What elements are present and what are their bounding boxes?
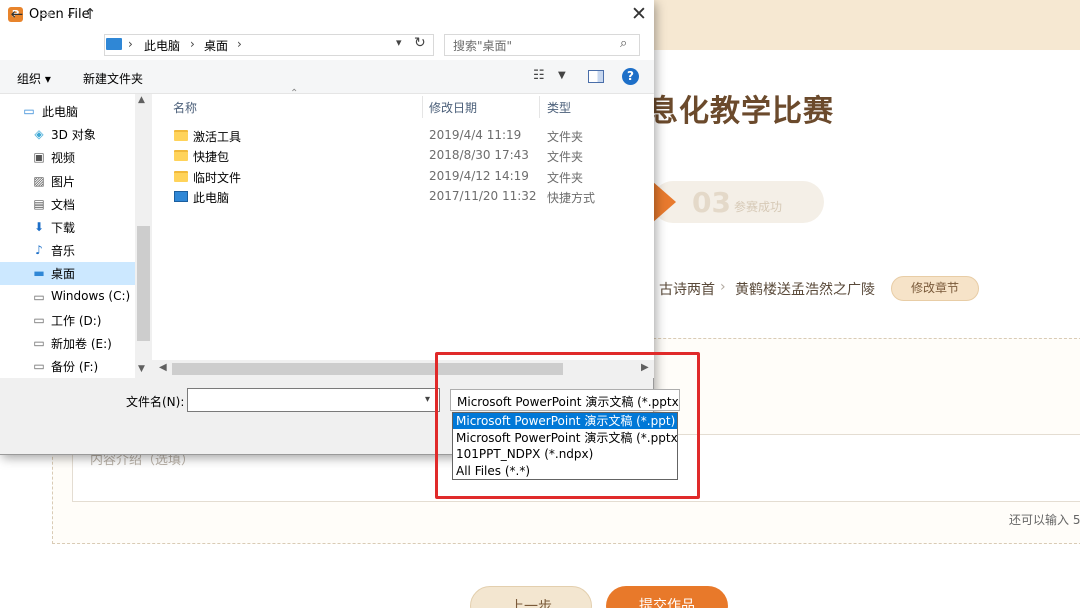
file-name: 激活工具 [193,130,242,144]
contest-title: 息化教学比赛 [648,94,834,129]
file-type: 文件夹 [547,170,584,185]
filename-input[interactable] [187,388,440,412]
music-icon: ♪ [35,243,43,258]
nav-item-label: 工作 (D:) [51,313,102,328]
filename-dropdown-icon[interactable]: ▾ [425,394,430,405]
remaining-characters: 还可以输入 5 [1009,513,1080,527]
video-icon: ▣ [33,150,45,165]
pictures-icon: ▨ [33,173,45,188]
breadcrumb-item-lesson[interactable]: 黄鹤楼送孟浩然之广陵 [735,279,875,299]
nav-item[interactable]: ▬ 桌面 [0,262,135,286]
back-arrow-icon[interactable]: ← [7,5,27,23]
file-modified-date: 2019/4/12 14:19 [429,168,529,183]
file-modified-date: 2017/11/20 11:32 [429,188,537,203]
nav-item[interactable]: ▭ 工作 (D:) [0,309,135,332]
nav-item-label: Windows (C:) [51,288,131,303]
filename-label: 文件名(N): [126,395,185,409]
drive-icon: ▭ [33,289,45,304]
3d-objects-icon: ◈ [34,127,44,142]
nav-item[interactable]: ▭ 备份 (F:) [0,355,135,378]
file-type: 文件夹 [547,130,584,144]
highlight-annotation-box [435,352,700,499]
file-type: 快捷方式 [547,190,596,205]
scroll-left-icon[interactable]: ◀ [159,362,167,373]
drive-icon: ▭ [33,359,45,374]
step-label: 参赛成功 [734,200,783,214]
nav-item-label: 文档 [51,197,76,212]
nav-item[interactable]: ▨ 图片 [0,170,135,193]
folder-icon [174,150,188,162]
address-segment-desktop[interactable]: 桌面 [204,37,228,54]
scroll-down-icon[interactable]: ▼ [138,364,145,374]
refresh-icon[interactable]: ↻ [414,35,426,51]
nav-item-label: 下载 [51,221,76,235]
file-modified-date: 2018/8/30 17:43 [429,148,529,163]
file-name: 此电脑 [193,190,230,205]
column-header-type[interactable]: 类型 [547,99,571,116]
nav-item[interactable]: ⬇ 下载 [0,216,135,239]
up-arrow-icon[interactable]: ↑ [80,5,100,23]
drive-icon: ▭ [33,312,45,327]
file-name: 临时文件 [193,170,242,185]
folder-icon [174,170,188,182]
column-header-name[interactable]: 名称 [173,99,197,116]
forward-arrow-icon[interactable]: → [36,5,56,23]
file-type: 文件夹 [547,150,584,165]
view-options-icon[interactable]: ☷ [533,68,545,83]
address-chevron-icon[interactable]: › [190,37,195,51]
view-dropdown-icon[interactable]: ▼ [558,70,566,81]
step-arrow-icon [652,181,676,223]
nav-item[interactable]: ▤ 文档 [0,193,135,216]
drive-icon: ▭ [33,336,45,350]
nav-item-label: 音乐 [51,244,76,259]
search-placeholder: 搜索"桌面" [453,39,513,53]
computer-icon [106,38,122,50]
submit-work-button[interactable]: 提交作品 [606,586,728,608]
nav-item-label: 图片 [51,174,76,189]
breadcrumb-separator: › [720,279,726,295]
address-chevron-icon[interactable]: › [237,37,242,51]
column-header-date[interactable]: 修改日期 [429,99,477,116]
column-divider[interactable] [539,96,540,118]
nav-scrollbar-thumb[interactable] [137,226,150,341]
scroll-up-icon[interactable]: ▲ [138,95,145,105]
address-segment-this-pc[interactable]: 此电脑 [144,37,180,54]
documents-icon: ▤ [33,196,45,211]
desktop-icon: ▬ [33,266,45,281]
nav-item-label: 视频 [51,151,76,166]
file-name: 快捷包 [193,150,230,165]
step-number: 03 [692,186,731,219]
breadcrumb-item-poems[interactable]: 古诗两首 [659,279,715,299]
nav-item[interactable]: ▭ 此电脑 [0,100,135,123]
nav-item[interactable]: ▭ Windows (C:) [0,286,135,309]
recent-locations-chevron-icon[interactable]: ⌄ [60,9,80,20]
column-divider[interactable] [422,96,423,118]
preview-pane-icon[interactable] [588,70,604,83]
new-folder-button[interactable]: 新建文件夹 [83,70,143,87]
nav-item[interactable]: ▣ 视频 [0,146,135,169]
file-modified-date: 2019/4/4 11:19 [429,128,522,142]
nav-item-label: 3D 对象 [51,128,96,143]
search-icon[interactable]: ⌕ [620,36,627,51]
nav-item-label: 备份 (F:) [51,360,99,375]
close-icon[interactable]: ✕ [628,3,650,25]
nav-item[interactable]: ♪ 音乐 [0,239,135,262]
shortcut-icon [174,190,188,202]
nav-item[interactable]: ▭ 新加卷 (E:) [0,332,135,355]
nav-item-label: 新加卷 (E:) [51,337,112,351]
folder-icon [174,130,188,141]
nav-item-label: 桌面 [51,267,76,282]
address-chevron-icon[interactable]: › [128,37,133,51]
nav-item[interactable]: ◈ 3D 对象 [0,123,135,146]
sort-ascending-icon: ⌃ [290,88,299,99]
organize-button[interactable]: 组织 ▾ [17,70,51,87]
help-icon[interactable]: ? [622,68,639,85]
nav-item-label: 此电脑 [42,105,79,119]
computer-icon: ▭ [23,104,35,118]
edit-chapter-button[interactable]: 修改章节 [891,276,979,301]
address-dropdown-icon[interactable]: ▾ [396,36,402,49]
download-icon: ⬇ [33,220,45,234]
previous-step-button[interactable]: 上一步 [470,586,592,608]
